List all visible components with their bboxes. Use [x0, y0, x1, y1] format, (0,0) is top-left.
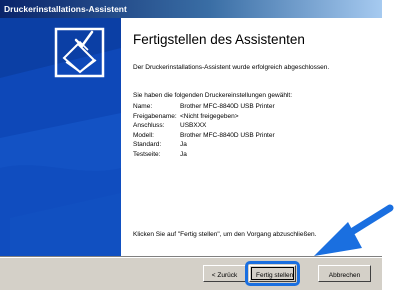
settings-value: Ja [180, 150, 187, 158]
settings-row: Name: Brother MFC-8840D USB Printer [133, 102, 275, 112]
cancel-button[interactable]: Abbrechen [318, 265, 371, 282]
wizard-content: Fertigstellen des Assistenten Der Drucke… [121, 18, 382, 257]
settings-row: Standard: Ja [133, 140, 275, 150]
back-button[interactable]: < Zurück [203, 265, 246, 282]
finish-instruction: Klicken Sie auf "Fertig stellen", um den… [133, 231, 317, 238]
button-bar: < Zurück Fertig stellen Abbrechen [0, 257, 382, 290]
settings-value: <Nicht freigegeben> [180, 112, 239, 120]
printer-illustration [0, 27, 121, 257]
finish-highlight-frame [245, 261, 300, 286]
settings-row: Modell: Brother MFC-8840D USB Printer [133, 131, 275, 141]
settings-row: Freigabename: <Nicht freigegeben> [133, 112, 275, 122]
settings-row: Anschluss: USBXXX [133, 121, 275, 131]
wizard-window: Druckerinstallations-Assistent Fertigste… [0, 0, 382, 290]
settings-row: Testseite: Ja [133, 150, 275, 160]
settings-label: Modell: [133, 131, 154, 139]
wizard-side-panel [0, 18, 121, 257]
settings-label: Freigabename: [133, 112, 177, 120]
settings-value: Ja [180, 141, 187, 148]
settings-label: Standard: [133, 141, 162, 148]
settings-label: Name: [133, 103, 153, 110]
settings-value: Brother MFC-8840D USB Printer [180, 131, 275, 139]
settings-label: Anschluss: [133, 122, 165, 129]
settings-label: Testseite: [133, 150, 161, 158]
settings-list: Name: Brother MFC-8840D USB Printer Freig… [133, 102, 275, 159]
window-title: Druckerinstallations-Assistent [0, 0, 382, 18]
settings-value: Brother MFC-8840D USB Printer [180, 103, 275, 110]
settings-value: USBXXX [180, 122, 207, 129]
page-title: Fertigstellen des Assistenten [133, 32, 305, 47]
settings-intro: Sie haben die folgenden Druckereinstellu… [133, 92, 292, 99]
completion-message: Der Druckerinstallations-Assistent wurde… [133, 64, 330, 71]
